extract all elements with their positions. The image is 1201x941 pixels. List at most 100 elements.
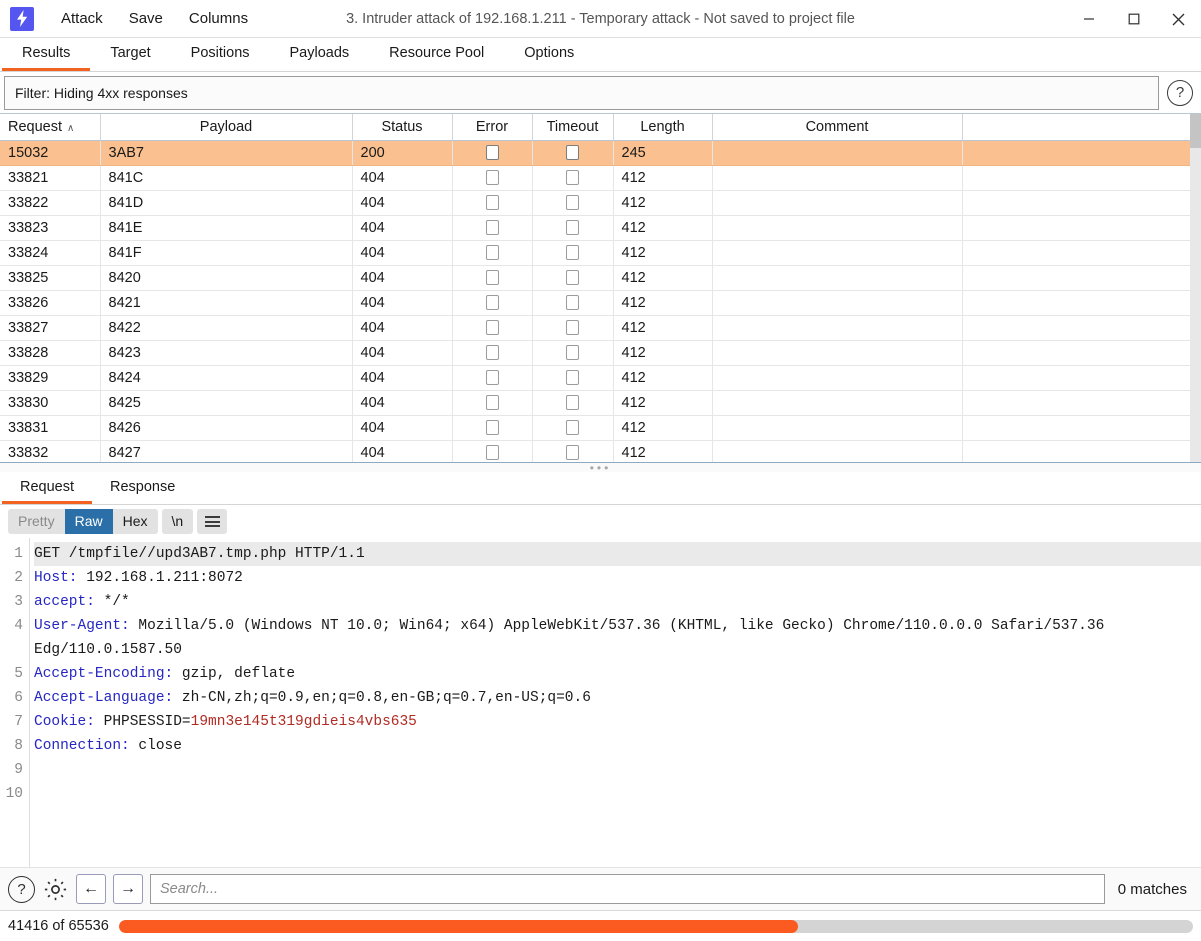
- table-row[interactable]: 33827 8422 404 412: [0, 315, 1190, 341]
- table-row[interactable]: 33824 841F 404 412: [0, 240, 1190, 266]
- menu-columns[interactable]: Columns: [176, 0, 261, 38]
- table-row[interactable]: 33831 8426 404 412: [0, 415, 1190, 441]
- error-checkbox[interactable]: [485, 345, 499, 361]
- column-header-comment[interactable]: Comment: [712, 114, 963, 141]
- tab-payloads[interactable]: Payloads: [270, 38, 370, 71]
- header-value: zh-CN,zh;q=0.9,en;q=0.8,en-GB;q=0.7,en-U…: [173, 690, 591, 706]
- search-input[interactable]: Search...: [150, 874, 1105, 904]
- error-checkbox[interactable]: [485, 370, 499, 386]
- timeout-checkbox[interactable]: [566, 145, 579, 161]
- timeout-checkbox[interactable]: [566, 320, 579, 336]
- column-header-payload[interactable]: Payload: [100, 114, 353, 141]
- table-row[interactable]: 33823 841E 404 412: [0, 215, 1190, 241]
- cell-payload: 8423: [100, 340, 353, 366]
- cell-error: [452, 290, 533, 316]
- tab-options[interactable]: Options: [504, 38, 594, 71]
- header-value: PHPSESSID=: [94, 714, 191, 730]
- error-checkbox[interactable]: [485, 395, 499, 411]
- error-checkbox[interactable]: [485, 220, 499, 236]
- column-header-error[interactable]: Error: [452, 114, 533, 141]
- menu-attack[interactable]: Attack: [48, 0, 116, 38]
- search-next-button[interactable]: →: [113, 874, 143, 904]
- error-checkbox[interactable]: [485, 170, 499, 186]
- request-editor[interactable]: 1 2 3 4 5 6 7 8 9 10 GET /tmpfile//upd3AB7.tmp.ph…: [0, 538, 1201, 867]
- panel-splitter[interactable]: •••: [0, 462, 1201, 474]
- timeout-checkbox[interactable]: [566, 445, 579, 461]
- timeout-checkbox[interactable]: [566, 220, 579, 236]
- minimize-button[interactable]: [1066, 0, 1111, 38]
- cell-filler: [962, 415, 1190, 441]
- request-line: Cookie: PHPSESSID=19mn3e145t319gdieis4vb…: [34, 710, 1201, 734]
- column-label-request: Request: [8, 118, 63, 135]
- error-checkbox[interactable]: [485, 195, 499, 211]
- error-checkbox[interactable]: [485, 270, 499, 286]
- attack-progress-fill: [118, 919, 798, 933]
- error-checkbox[interactable]: [485, 245, 499, 261]
- column-header-status[interactable]: Status: [352, 114, 453, 141]
- raw-button[interactable]: Raw: [64, 509, 113, 534]
- help-icon[interactable]: ?: [1167, 79, 1193, 106]
- tab-target[interactable]: Target: [90, 38, 170, 71]
- hex-button[interactable]: Hex: [113, 509, 158, 534]
- column-header-length[interactable]: Length: [613, 114, 713, 141]
- cell-comment: [712, 415, 963, 441]
- timeout-checkbox[interactable]: [566, 245, 579, 261]
- request-body[interactable]: GET /tmpfile//upd3AB7.tmp.php HTTP/1.1 Ho…: [30, 538, 1201, 867]
- table-row[interactable]: 33825 8420 404 412: [0, 265, 1190, 291]
- timeout-checkbox[interactable]: [566, 420, 579, 436]
- newline-button[interactable]: \n: [161, 509, 194, 534]
- timeout-checkbox[interactable]: [566, 370, 579, 386]
- table-row[interactable]: 33829 8424 404 412: [0, 365, 1190, 391]
- column-header-timeout[interactable]: Timeout: [532, 114, 614, 141]
- cell-timeout: [532, 240, 614, 266]
- error-checkbox[interactable]: [485, 445, 499, 461]
- timeout-checkbox[interactable]: [566, 270, 579, 286]
- table-row[interactable]: 33830 8425 404 412: [0, 390, 1190, 416]
- cell-status: 404: [352, 190, 453, 216]
- pretty-button[interactable]: Pretty: [8, 509, 65, 534]
- column-header-request[interactable]: Request ∧: [0, 114, 101, 141]
- tab-positions[interactable]: Positions: [171, 38, 270, 71]
- header-name: Accept-Language:: [34, 690, 174, 706]
- hamburger-icon[interactable]: [197, 509, 228, 534]
- gear-icon[interactable]: [42, 876, 69, 903]
- results-table-scrollbar[interactable]: [1190, 114, 1201, 462]
- tab-results[interactable]: Results: [2, 38, 91, 71]
- cell-comment: [712, 215, 963, 241]
- table-row[interactable]: 33822 841D 404 412: [0, 190, 1190, 216]
- close-button[interactable]: [1156, 0, 1201, 38]
- line-number: 6: [14, 690, 23, 706]
- timeout-checkbox[interactable]: [566, 395, 579, 411]
- cell-status: 404: [352, 340, 453, 366]
- cell-status: 404: [352, 165, 453, 191]
- table-row[interactable]: 33828 8423 404 412: [0, 340, 1190, 366]
- cell-request: 33831: [0, 415, 101, 441]
- tab-resource-pool[interactable]: Resource Pool: [369, 38, 504, 71]
- cell-length: 412: [613, 215, 713, 241]
- maximize-button[interactable]: [1111, 0, 1156, 38]
- menu-save[interactable]: Save: [116, 0, 176, 38]
- help-icon[interactable]: ?: [8, 875, 35, 903]
- error-checkbox[interactable]: [485, 145, 499, 161]
- error-checkbox[interactable]: [485, 295, 499, 311]
- error-checkbox[interactable]: [485, 420, 499, 436]
- cell-filler: [962, 165, 1190, 191]
- tab-response[interactable]: Response: [92, 472, 193, 504]
- header-value: */*: [94, 594, 130, 610]
- timeout-checkbox[interactable]: [566, 170, 579, 186]
- table-row[interactable]: 33826 8421 404 412: [0, 290, 1190, 316]
- table-row[interactable]: 33821 841C 404 412: [0, 165, 1190, 191]
- search-prev-button[interactable]: ←: [76, 874, 106, 904]
- cell-status: 404: [352, 290, 453, 316]
- cell-payload: 841C: [100, 165, 353, 191]
- timeout-checkbox[interactable]: [566, 195, 579, 211]
- scrollbar-thumb[interactable]: [1190, 114, 1201, 148]
- filter-bar[interactable]: Filter: Hiding 4xx responses: [4, 75, 1159, 110]
- timeout-checkbox[interactable]: [566, 295, 579, 311]
- table-row[interactable]: 33832 8427 404 412: [0, 440, 1190, 462]
- table-row[interactable]: 15032 3AB7 200 245: [0, 140, 1190, 166]
- error-checkbox[interactable]: [485, 320, 499, 336]
- tab-request[interactable]: Request: [2, 472, 93, 504]
- timeout-checkbox[interactable]: [566, 345, 579, 361]
- line-number: 1: [14, 546, 23, 562]
